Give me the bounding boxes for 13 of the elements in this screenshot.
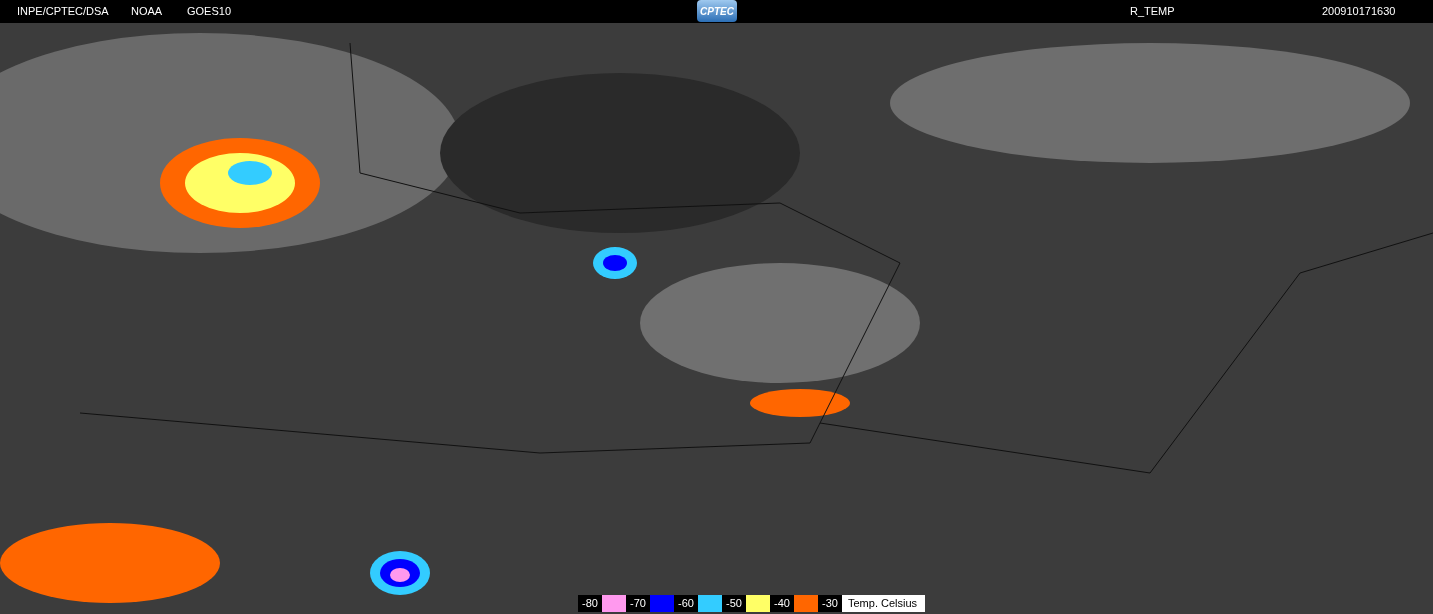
unit-label: Temp. Celsius xyxy=(847,596,919,612)
scale-label: -70 xyxy=(626,595,650,612)
source-label: INPE/CPTEC/DSA xyxy=(17,5,109,18)
scale-label: -60 xyxy=(674,595,698,612)
product-label: R_TEMP xyxy=(1130,5,1175,18)
source-label: GOES10 xyxy=(187,5,232,18)
scale-label: -80 xyxy=(578,595,602,612)
scale-label: -40 xyxy=(770,595,794,612)
logo: CPTEC xyxy=(697,0,737,22)
timestamp: 200910171630 xyxy=(1322,5,1396,18)
source-label: NOAA xyxy=(131,5,163,18)
scale-label: -50 xyxy=(722,595,746,612)
scale-label: -30 xyxy=(818,595,842,612)
